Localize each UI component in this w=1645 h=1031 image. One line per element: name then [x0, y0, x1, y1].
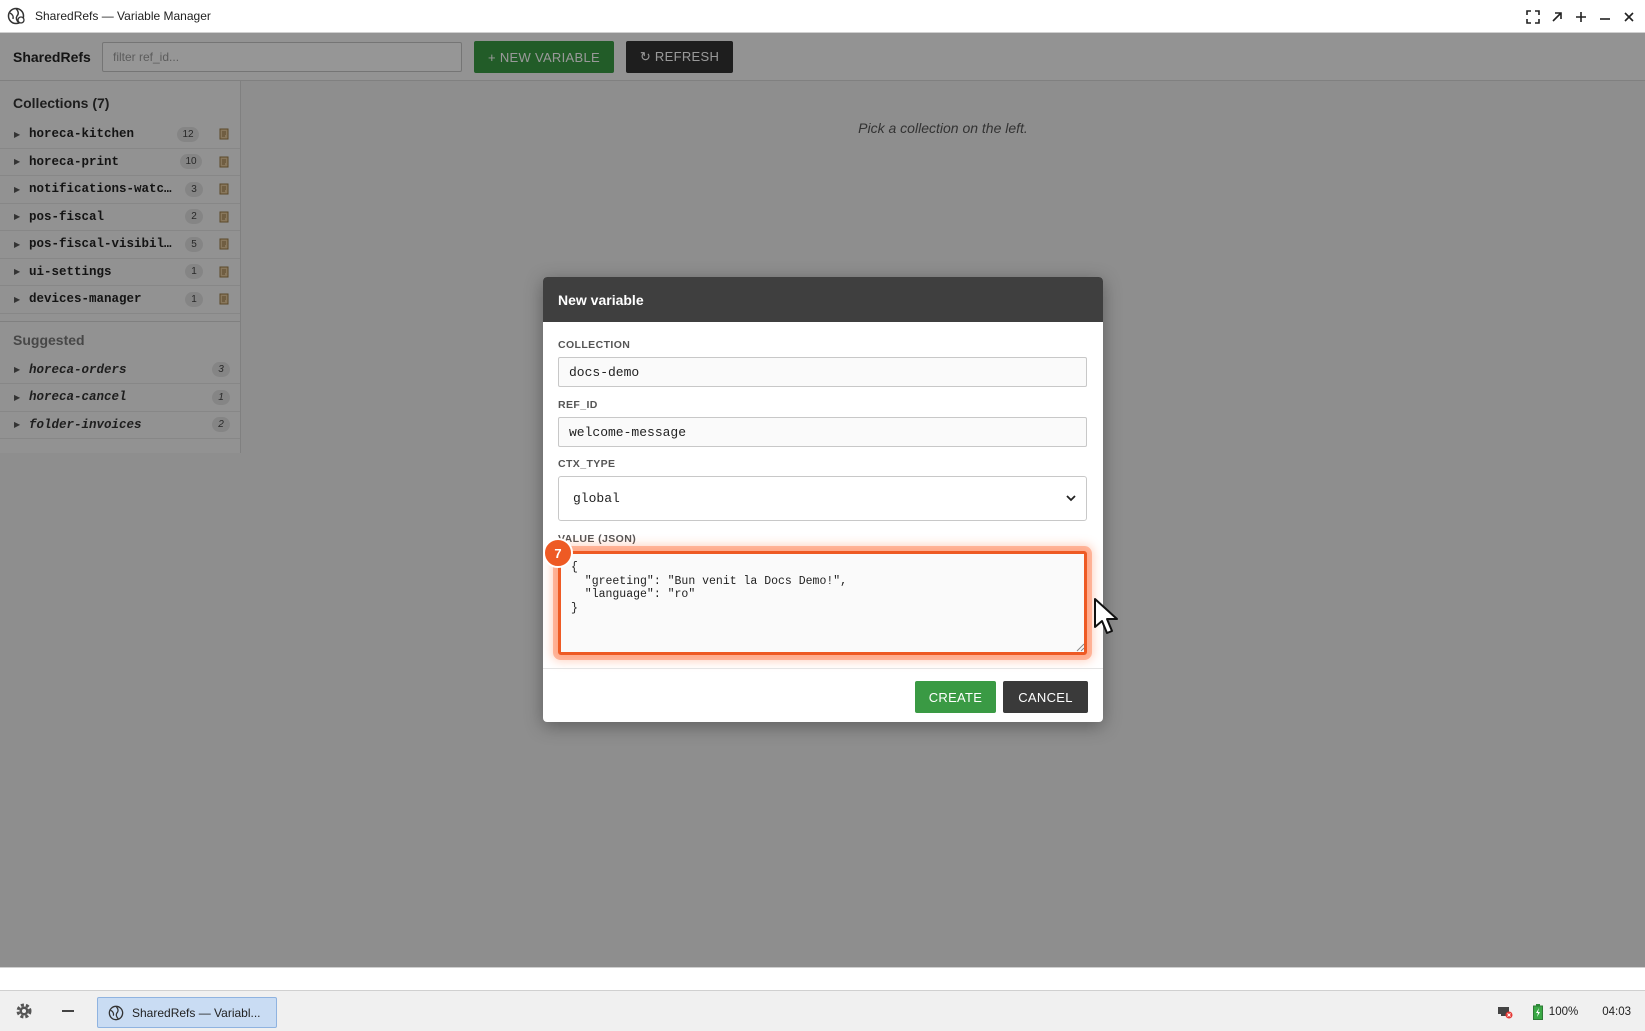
- taskbar-app-button[interactable]: SharedRefs — Variabl...: [97, 997, 277, 1028]
- battery-percent: 100%: [1548, 1005, 1579, 1018]
- ref-id-label: REF_ID: [558, 399, 598, 411]
- resize-grip-icon[interactable]: [1076, 643, 1085, 652]
- globe-app-icon: [108, 1005, 124, 1020]
- status-strip: [0, 967, 1645, 990]
- cancel-button[interactable]: CANCEL: [1003, 681, 1088, 713]
- collection-input[interactable]: [558, 357, 1087, 387]
- battery-icon[interactable]: [1532, 1003, 1543, 1020]
- ctx-type-label: CTX_TYPE: [558, 458, 616, 470]
- window-title: SharedRefs — Variable Manager: [35, 9, 211, 23]
- gear-icon[interactable]: [14, 1001, 34, 1021]
- plus-icon[interactable]: [1571, 7, 1591, 27]
- ctx-type-select[interactable]: global: [558, 476, 1087, 521]
- clock[interactable]: 04:03: [1602, 1006, 1631, 1018]
- dialog-divider: [543, 668, 1103, 669]
- collection-label: COLLECTION: [558, 339, 631, 351]
- fullscreen-icon[interactable]: [1523, 7, 1543, 27]
- dialog-title: New variable: [543, 277, 1103, 322]
- ref-id-input[interactable]: [558, 417, 1087, 447]
- globe-app-icon: [6, 6, 26, 26]
- step-badge: 7: [543, 538, 573, 568]
- window-titlebar: SharedRefs — Variable Manager: [0, 0, 1645, 33]
- network-disconnected-icon[interactable]: [1497, 1005, 1513, 1019]
- ctx-type-value: global: [573, 491, 620, 506]
- window-controls: [1523, 0, 1639, 33]
- minimize-icon[interactable]: [1595, 7, 1615, 27]
- mouse-cursor-icon: [1094, 598, 1118, 634]
- chevron-down-icon: [1066, 495, 1076, 502]
- new-variable-dialog: New variable COLLECTION REF_ID CTX_TYPE …: [543, 277, 1103, 722]
- value-json-textarea[interactable]: { "greeting": "Bun venit la Docs Demo!",…: [558, 551, 1087, 655]
- taskbar: SharedRefs — Variabl... 100% 04:03: [0, 990, 1645, 1031]
- create-button[interactable]: CREATE: [915, 681, 996, 713]
- restore-arrow-icon[interactable]: [1547, 7, 1567, 27]
- system-tray: 100% 04:03: [1497, 991, 1645, 1031]
- close-icon[interactable]: [1619, 7, 1639, 27]
- taskbar-app-label: SharedRefs — Variabl...: [132, 1005, 261, 1020]
- show-desktop-icon[interactable]: [62, 1010, 74, 1012]
